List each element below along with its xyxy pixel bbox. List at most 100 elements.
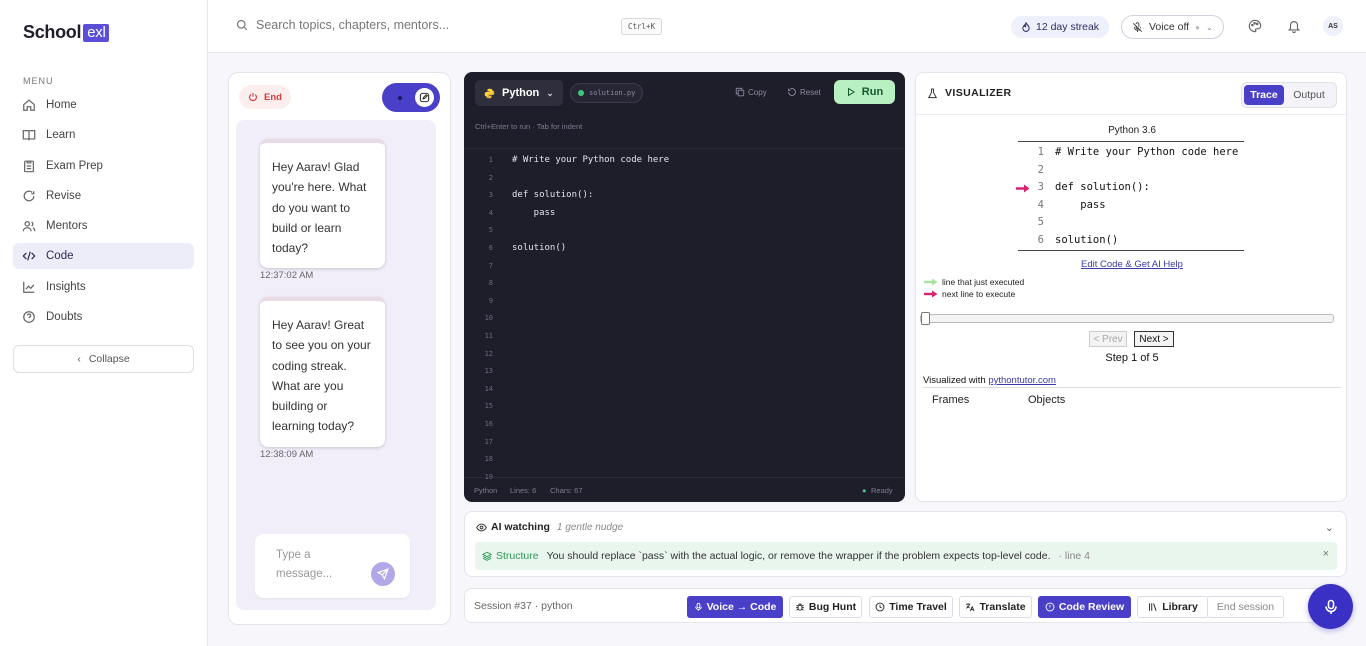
palette-icon[interactable] — [1248, 19, 1262, 33]
sidebar-item-learn[interactable]: Learn — [13, 122, 194, 148]
chevron-left-icon: ‹ — [77, 353, 81, 365]
brand-logo[interactable]: School exl — [23, 22, 110, 43]
sidebar-item-doubts[interactable]: Doubts — [13, 304, 194, 330]
avatar[interactable]: AS — [1323, 16, 1343, 36]
brand-name: School — [23, 22, 82, 42]
ai-watching-header[interactable]: AI watching 1 gentle nudge — [476, 521, 623, 533]
divider — [923, 387, 1341, 388]
line-number: 7 — [488, 261, 493, 270]
sidebar-item-exam-prep[interactable]: Exam Prep — [13, 153, 194, 179]
app-root: School exl MENU Home Learn Exam Prep Rev… — [0, 0, 1366, 646]
nudge-text: You should replace `pass` with the actua… — [546, 550, 1051, 562]
code-line: # Write your Python code here — [512, 155, 670, 165]
trace-line-text: def solution(): — [1055, 181, 1150, 193]
line-number: 2 — [488, 173, 493, 182]
voice-toggle[interactable]: Voice off ● ⌄ — [1121, 15, 1224, 39]
run-button[interactable]: Run — [834, 80, 895, 104]
line-number: 17 — [484, 437, 493, 446]
line-number: 14 — [484, 384, 493, 393]
time-travel-button[interactable]: Time Travel — [869, 596, 953, 618]
code-area[interactable]: 1 2 3 4 5 6 7 8 9 10 11 12 13 14 15 16 1… — [464, 148, 905, 481]
tab-trace[interactable]: Trace — [1244, 85, 1284, 105]
visualizer-title-text: VISUALIZER — [945, 87, 1012, 99]
translate-button[interactable]: Translate — [959, 596, 1032, 618]
streak-badge[interactable]: 12 day streak — [1011, 16, 1110, 38]
sidebar: School exl MENU Home Learn Exam Prep Rev… — [0, 0, 208, 646]
session-label: Session #37 · python — [474, 600, 573, 612]
editor-status-bar: Python Lines: 6 Chars: 67 ● Ready — [464, 482, 905, 502]
chevron-down-icon[interactable]: ⌄ — [1325, 521, 1334, 534]
visualized-with: Visualized with pythontutor.com — [923, 375, 1056, 386]
message-input-placeholder: Type a message... — [276, 549, 333, 580]
ai-watching-panel: AI watching 1 gentle nudge ⌄ Structure Y… — [464, 511, 1347, 577]
bug-hunt-button[interactable]: Bug Hunt — [789, 596, 862, 618]
end-button[interactable]: End — [239, 85, 291, 109]
bug-hunt-label: Bug Hunt — [808, 601, 857, 613]
sidebar-item-label: Learn — [46, 129, 76, 142]
book-icon — [22, 130, 36, 141]
visualizer-panel: VISUALIZER Trace Output Python 3.6 1 # W… — [915, 72, 1347, 502]
sidebar-item-label: Insights — [46, 280, 86, 293]
bug-icon — [795, 603, 804, 611]
python-icon — [484, 88, 495, 98]
sidebar-item-code[interactable]: Code — [13, 243, 194, 270]
line-number: 15 — [484, 402, 493, 411]
chat-mode-toggle[interactable] — [382, 83, 440, 112]
collapse-button[interactable]: ‹ Collapse — [13, 345, 194, 373]
copy-button[interactable]: Copy — [735, 87, 767, 97]
edit-code-link[interactable]: Edit Code & Get AI Help — [916, 259, 1346, 270]
status-lines: Lines: 6 — [510, 486, 537, 495]
line-number: 19 — [484, 472, 493, 481]
objects-label: Objects — [1028, 394, 1066, 406]
trace-line-number: 6 — [1037, 233, 1044, 246]
filename-label: solution.py — [589, 89, 636, 97]
ai-watching-title: AI watching — [491, 521, 550, 533]
code-review-label: Code Review — [1058, 601, 1125, 613]
menu-label: MENU — [23, 76, 54, 86]
language-select[interactable]: Python ⌄ — [475, 80, 563, 106]
search-input[interactable]: Search topics, chapters, mentors... — [236, 18, 449, 32]
sidebar-item-home[interactable]: Home — [13, 92, 194, 118]
library-button[interactable]: Library — [1137, 596, 1209, 618]
sidebar-item-mentors[interactable]: Mentors — [13, 213, 194, 239]
line-number: 18 — [484, 455, 493, 464]
trace-line-number: 2 — [1037, 163, 1044, 176]
line-number: 4 — [488, 208, 493, 217]
slider-handle[interactable] — [921, 312, 930, 325]
reset-button[interactable]: Reset — [787, 87, 821, 97]
code-review-button[interactable]: Code Review — [1038, 596, 1131, 618]
line-number: 1 — [488, 156, 493, 164]
sidebar-item-label: Revise — [46, 189, 82, 202]
sidebar-item-revise[interactable]: Revise — [13, 183, 194, 209]
code-editor: Python ⌄ solution.py Copy Reset Run Ctrl… — [464, 72, 905, 502]
chat-message: Hey Aarav! Great to see you on your codi… — [260, 297, 385, 447]
pythontutor-link[interactable]: pythontutor.com — [988, 375, 1056, 386]
next-button[interactable]: Next > — [1134, 331, 1174, 347]
sidebar-item-label: Home — [46, 99, 77, 111]
line-number: 9 — [488, 296, 493, 305]
voice-to-code-button[interactable]: Voice → Code — [687, 596, 783, 618]
step-slider[interactable] — [920, 312, 1334, 325]
send-button[interactable] — [371, 562, 395, 586]
copy-label: Copy — [748, 87, 767, 97]
voice-to-code-label: Voice → Code — [706, 601, 777, 613]
home-icon — [23, 99, 35, 111]
status-ready: Ready — [871, 486, 893, 495]
line-number: 13 — [484, 367, 493, 376]
close-icon[interactable]: × — [1323, 548, 1329, 560]
message-input[interactable]: Type a message... — [255, 534, 410, 598]
end-session-button[interactable]: End session — [1207, 596, 1284, 618]
tab-output[interactable]: Output — [1284, 85, 1334, 105]
eye-icon — [476, 523, 487, 531]
bell-icon[interactable] — [1287, 19, 1301, 33]
voice-label: Voice off — [1149, 21, 1190, 33]
status-dot-icon: ● — [1195, 22, 1200, 32]
line-number: 8 — [488, 279, 493, 288]
sidebar-item-insights[interactable]: Insights — [13, 274, 194, 300]
line-number: 12 — [484, 349, 493, 358]
sidebar-nav: Home Learn Exam Prep Revise Mentors Code — [13, 92, 194, 334]
prev-button[interactable]: < Prev — [1089, 331, 1127, 347]
send-icon — [377, 568, 389, 580]
mic-button[interactable] — [1308, 584, 1353, 629]
line-number: 10 — [484, 314, 493, 323]
